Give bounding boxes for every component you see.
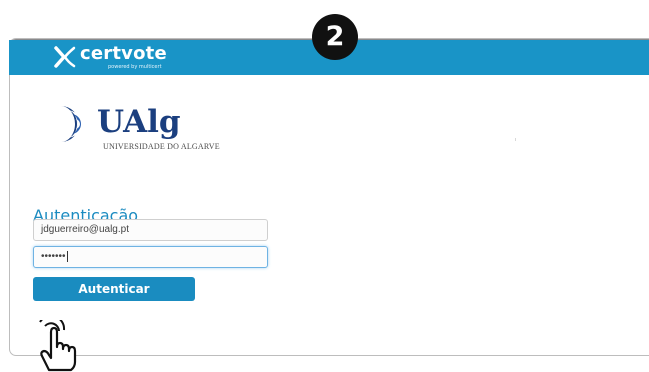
password-mask: ••••••• <box>41 251 66 262</box>
ualg-crescent-logo <box>61 106 81 142</box>
text-caret <box>66 250 68 262</box>
certvote-logo-text: certvote <box>80 43 167 64</box>
divider-mark <box>515 138 516 141</box>
institution-name: UAlg <box>97 104 181 140</box>
password-field[interactable]: ••••••• <box>33 246 268 268</box>
step-number-badge: 2 <box>312 14 358 60</box>
logo-subtext: powered by multicert <box>108 64 162 70</box>
hand-pointer-icon <box>39 320 77 372</box>
authenticate-button[interactable]: Autenticar <box>33 277 195 301</box>
x-logo-icon <box>54 46 76 68</box>
institution-subtitle: UNIVERSIDADE DO ALGARVE <box>103 142 220 151</box>
browser-window <box>9 38 649 356</box>
email-field[interactable]: jdguerreiro@ualg.pt <box>33 219 268 241</box>
